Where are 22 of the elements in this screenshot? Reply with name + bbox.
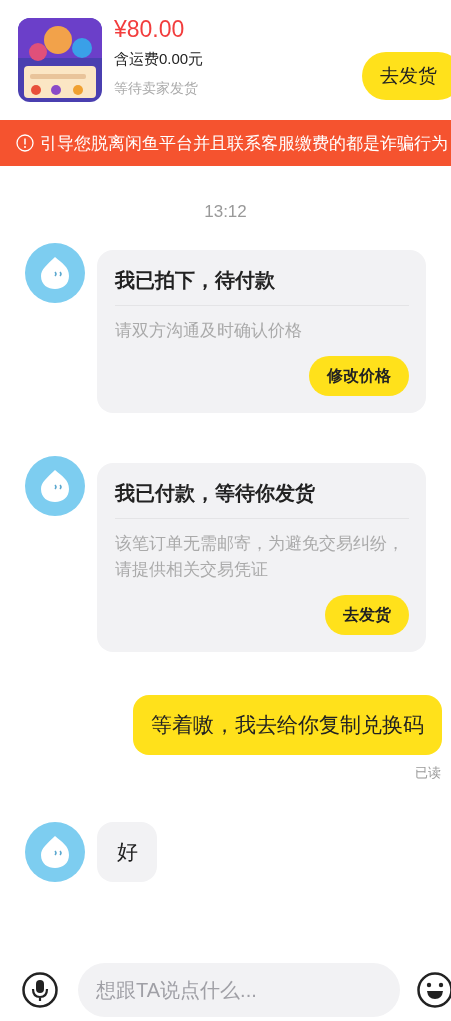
price: ¥80.00 <box>114 15 186 44</box>
timestamp: 13:12 <box>204 201 247 223</box>
read-receipt: 已读 <box>415 763 441 782</box>
order-status: 等待卖家发货 <box>114 79 199 98</box>
message-input[interactable]: 想跟TA说点什么... <box>78 963 400 1017</box>
card-text: 请双方沟通及时确认价格 <box>115 319 303 342</box>
message-bubble: 等着嗷，我去给你复制兑换码 <box>133 694 442 755</box>
avatar-icon <box>25 242 85 303</box>
avatar-icon <box>25 455 85 516</box>
message-bubble: 好 <box>97 822 157 882</box>
warning-icon <box>16 134 34 152</box>
card-title: 我已付款，等待你发货 <box>115 477 409 519</box>
microphone-icon[interactable] <box>22 972 58 1008</box>
emoji-icon[interactable] <box>417 972 451 1008</box>
avatar-icon <box>25 822 85 882</box>
card-action-button[interactable]: 修改价格 <box>309 355 409 396</box>
card-action-button[interactable]: 去发货 <box>325 594 409 635</box>
ship-button[interactable]: 去发货 <box>362 52 451 100</box>
shipping-fee: 含运费0.00元 <box>114 49 204 69</box>
card-title: 我已拍下，待付款 <box>115 264 409 306</box>
card-text: 该笔订单无需邮寄，为避免交易纠纷，请提供相关交易凭证 <box>115 532 405 581</box>
warning-text: 引导您脱离闲鱼平台并且联系客服缴费的都是诈骗行为 <box>40 132 448 154</box>
